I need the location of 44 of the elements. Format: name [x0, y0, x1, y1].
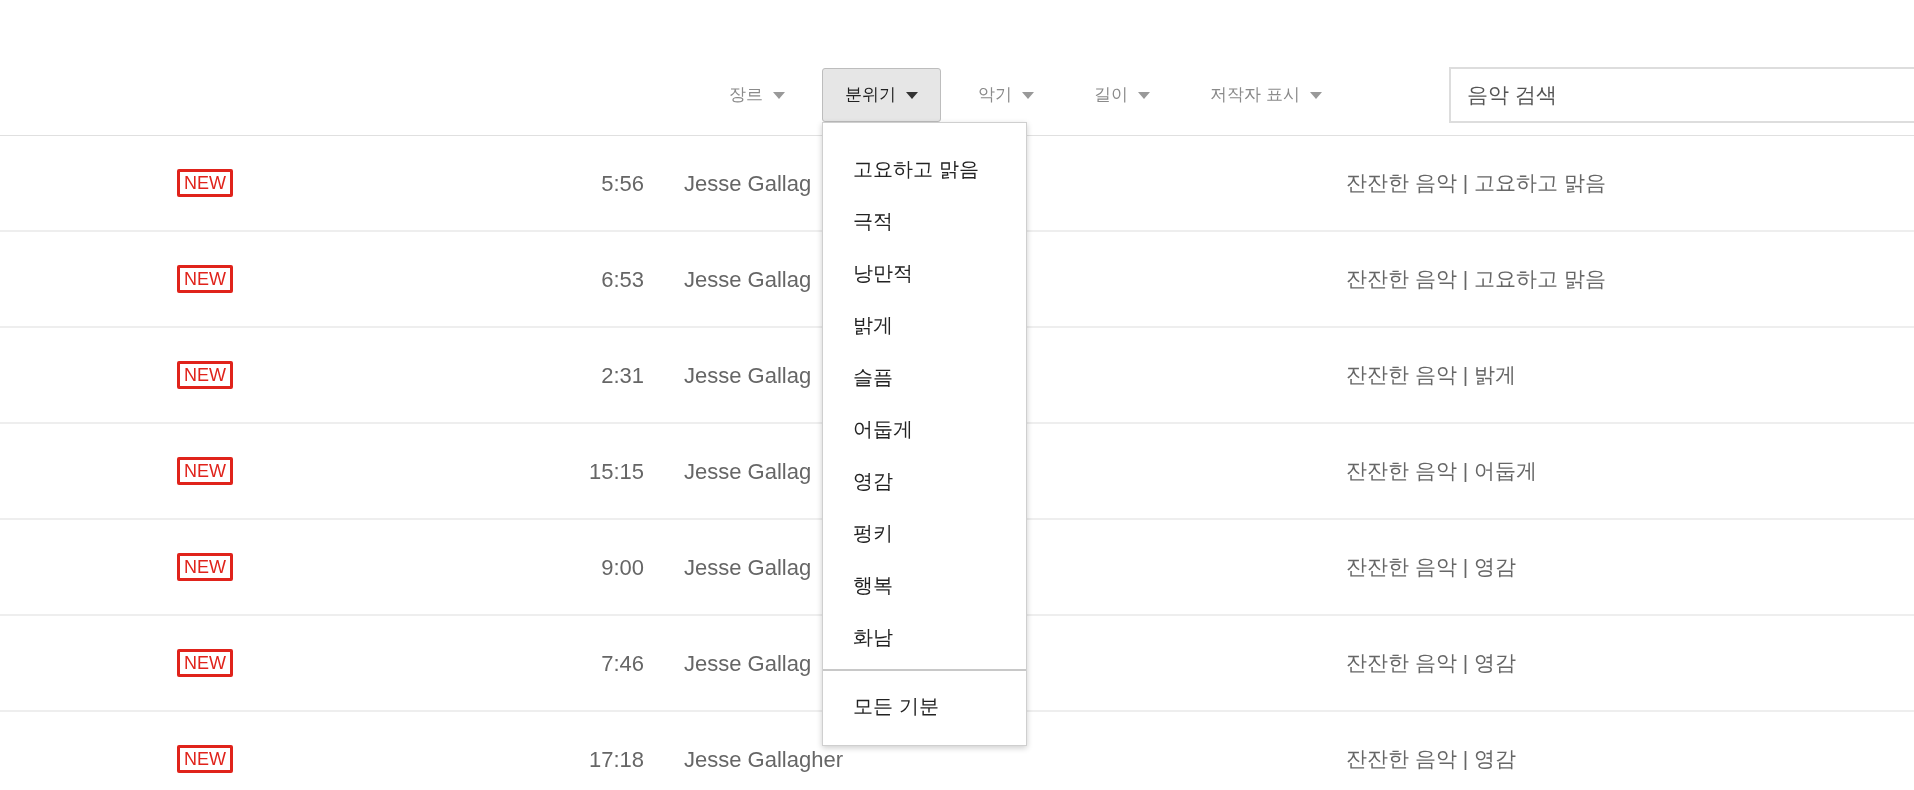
track-duration: 2:31: [601, 361, 644, 390]
new-badge: NEW: [177, 169, 233, 197]
track-tags: 잔잔한 음악 | 영감: [1346, 647, 1516, 679]
track-duration: 7:46: [601, 649, 644, 678]
menu-item[interactable]: 행복: [823, 559, 1026, 611]
track-artist: Jesse Gallag: [684, 457, 812, 486]
filter-dropdown[interactable]: 길이: [1071, 68, 1173, 122]
new-badge: NEW: [177, 553, 233, 581]
track-tags: 잔잔한 음악 | 밝게: [1346, 359, 1516, 391]
menu-item[interactable]: 펑키: [823, 507, 1026, 559]
track-tags: 잔잔한 음악 | 고요하고 맑음: [1346, 167, 1606, 199]
track-artist: Jesse Gallag: [684, 553, 812, 582]
track-tags: 잔잔한 음악 | 어둡게: [1346, 455, 1537, 487]
search-field[interactable]: 음악 검색: [1448, 67, 1914, 123]
menu-item[interactable]: 슬픔: [823, 351, 1026, 403]
menu-item[interactable]: 고요하고 맑음: [823, 143, 1026, 195]
new-badge: NEW: [177, 745, 233, 773]
track-artist: Jesse Gallag: [684, 265, 812, 294]
track-artist: Jesse Gallag: [684, 361, 812, 390]
track-duration: 5:56: [601, 169, 644, 198]
menu-item[interactable]: 모든 기분: [823, 677, 1026, 735]
menu-item[interactable]: 밝게: [823, 299, 1026, 351]
track-tags: 잔잔한 음악 | 고요하고 맑음: [1346, 263, 1606, 295]
new-badge: NEW: [177, 265, 233, 293]
track-tags: 잔잔한 음악 | 영감: [1346, 551, 1516, 583]
menu-item[interactable]: 영감: [823, 455, 1026, 507]
filter-dropdown[interactable]: 분위기: [822, 68, 941, 122]
menu-item[interactable]: 어둡게: [823, 403, 1026, 455]
track-tags: 잔잔한 음악 | 영감: [1346, 743, 1516, 775]
track-artist: Jesse Gallagher: [684, 745, 843, 774]
new-badge: NEW: [177, 457, 233, 485]
track-duration: 9:00: [601, 553, 644, 582]
track-duration: 17:18: [588, 745, 644, 774]
filter-dropdown[interactable]: 저작자 표시: [1187, 68, 1345, 122]
track-artist: Jesse Gallag: [684, 169, 812, 198]
new-badge: NEW: [177, 649, 233, 677]
track-artist: Jesse Gallag: [684, 649, 812, 678]
menu-item[interactable]: 낭만적: [823, 247, 1026, 299]
new-badge: NEW: [177, 361, 233, 389]
track-duration: 6:53: [601, 265, 644, 294]
menu-item[interactable]: 극적: [823, 195, 1026, 247]
filter-dropdown[interactable]: 악기: [955, 68, 1057, 122]
menu-item[interactable]: 화남: [823, 611, 1026, 663]
track-duration: 15:15: [588, 457, 644, 486]
